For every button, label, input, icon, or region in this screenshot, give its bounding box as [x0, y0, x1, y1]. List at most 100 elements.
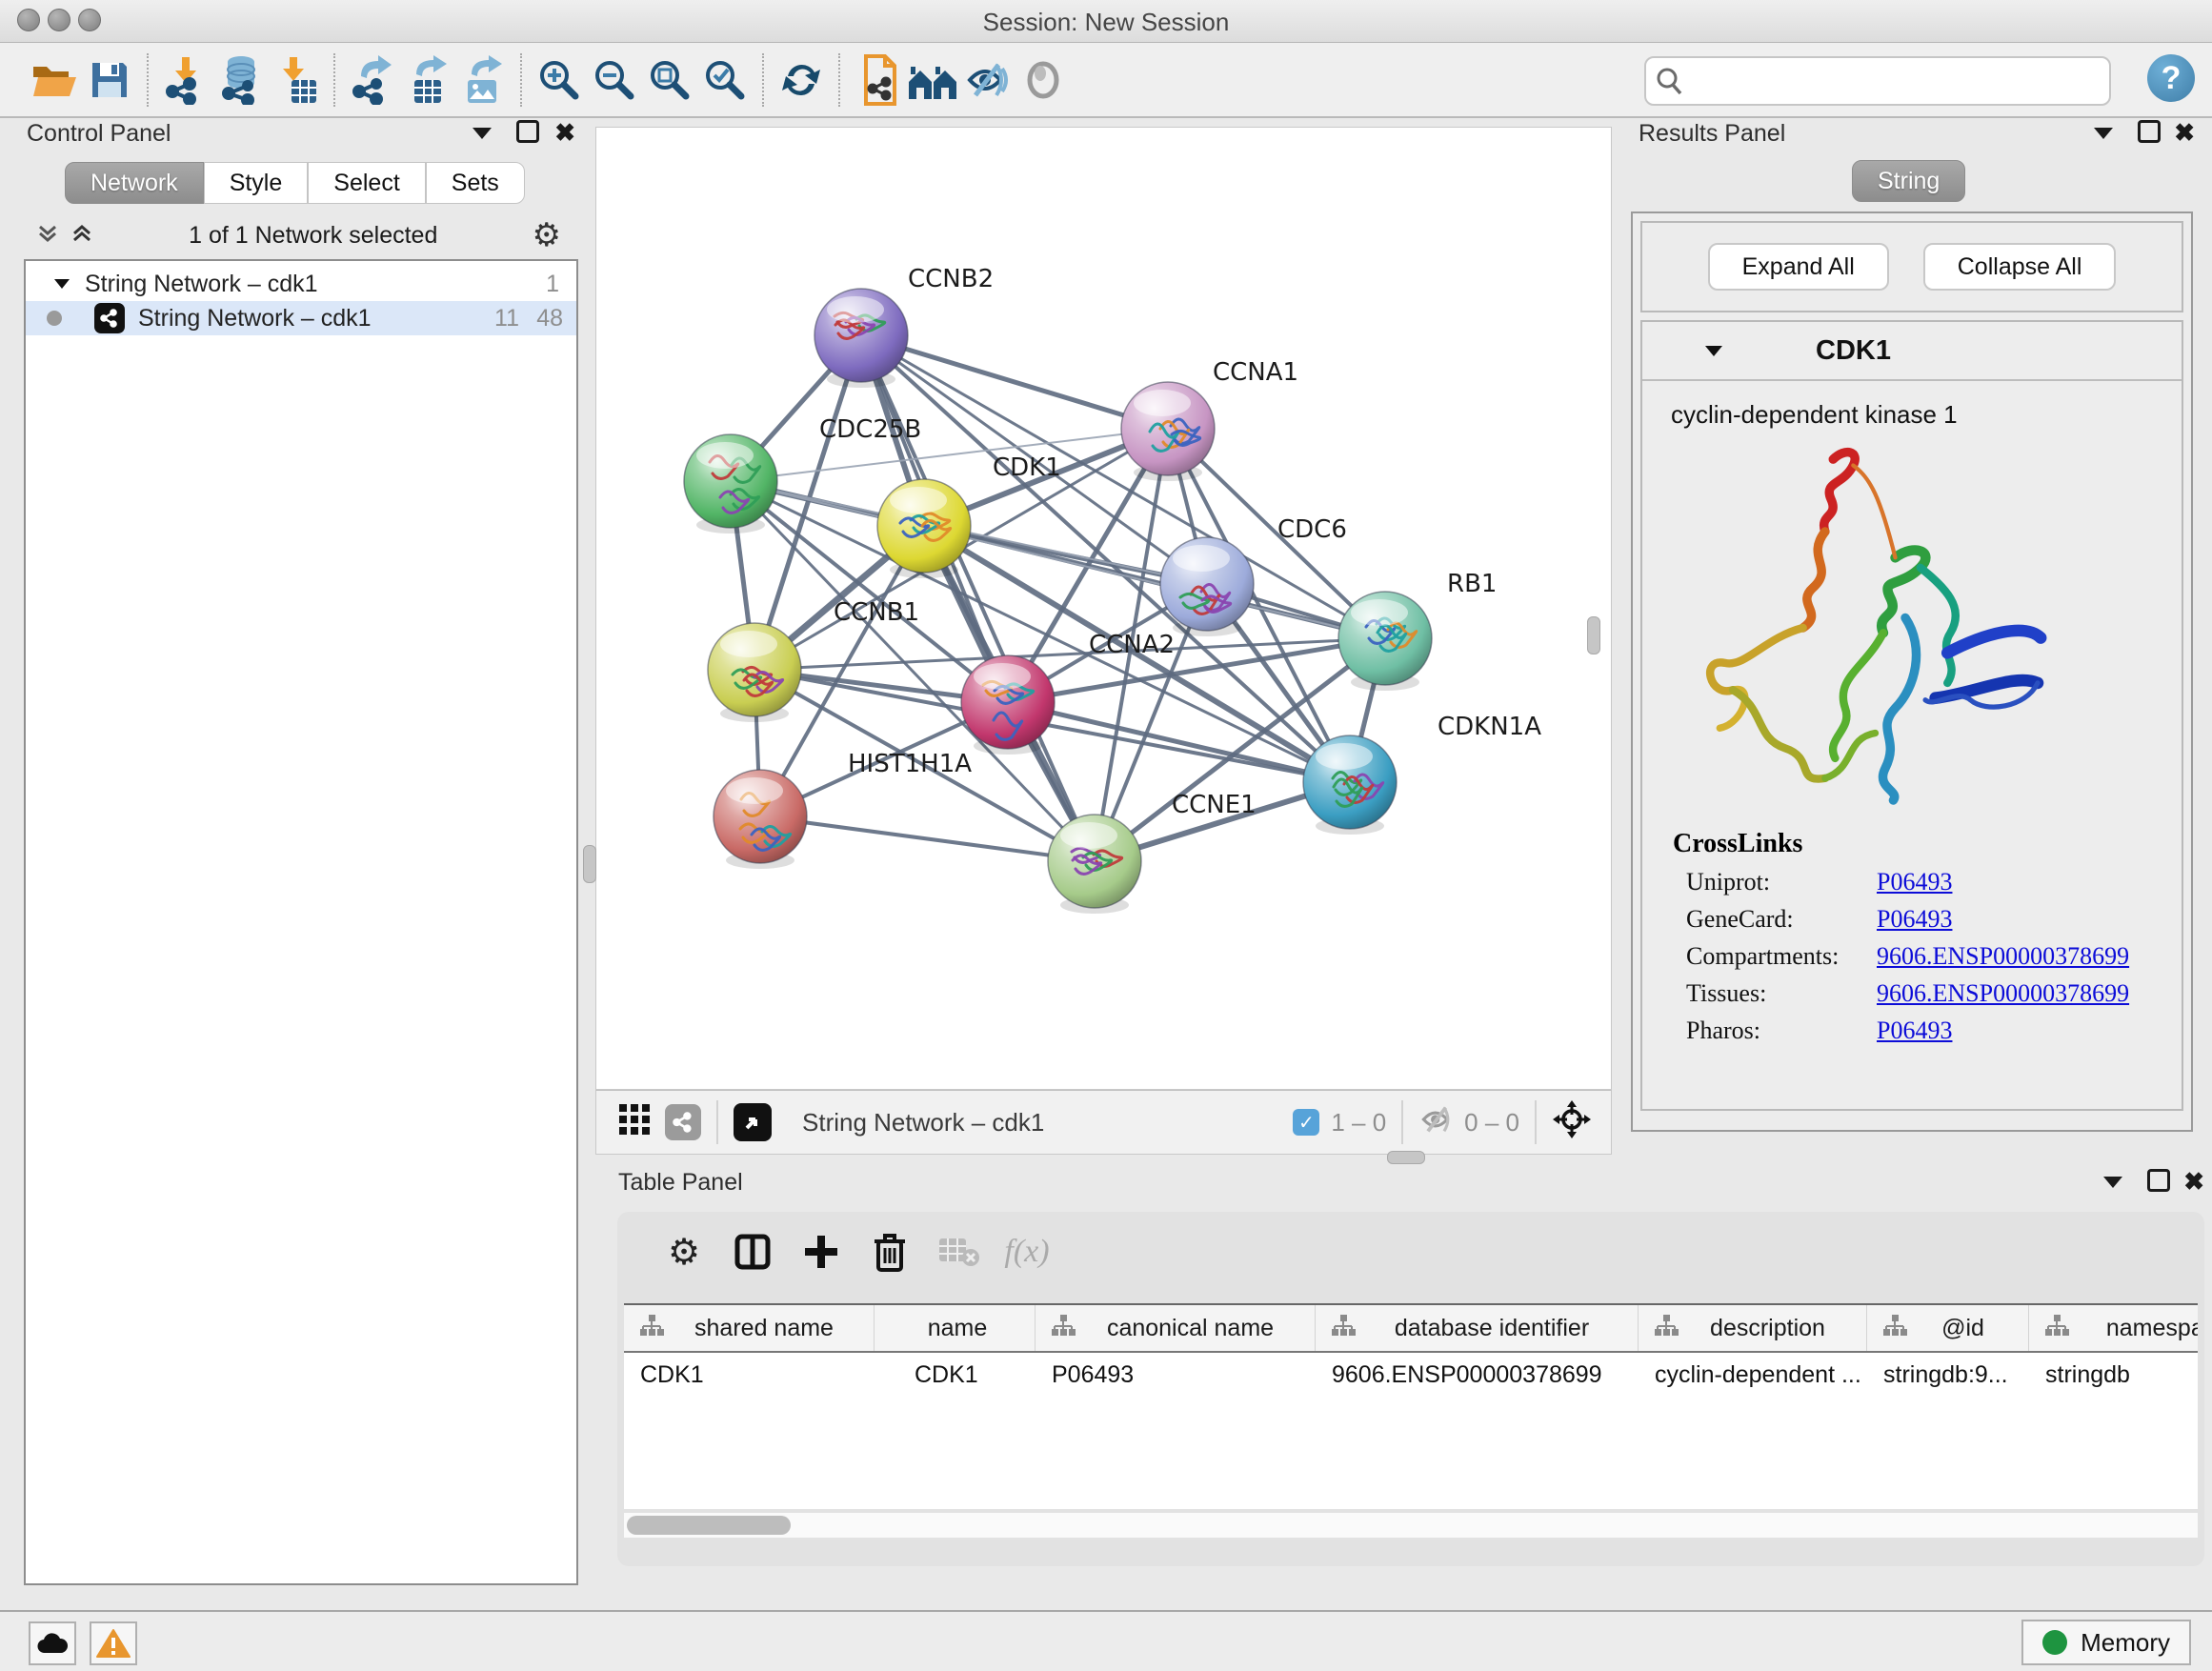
window-title: Session: New Session: [0, 8, 2212, 37]
pan-crosshair-icon[interactable]: [1552, 1099, 1592, 1146]
table-panel-float-icon[interactable]: [2147, 1169, 2170, 1192]
collapse-all-tree-icon[interactable]: [35, 221, 60, 251]
column-header-database-identifier[interactable]: database identifier: [1316, 1305, 1639, 1351]
table-panel-close-icon[interactable]: ✖: [2183, 1169, 2204, 1194]
save-session-icon[interactable]: [82, 52, 137, 108]
search-input[interactable]: [1690, 61, 2109, 101]
left-splitter-handle[interactable]: [583, 845, 596, 883]
tab-string[interactable]: String: [1852, 160, 1965, 202]
table-cell[interactable]: P06493: [1036, 1361, 1316, 1389]
gene-header-row[interactable]: CDK1: [1642, 322, 2182, 381]
results-panel-close-icon[interactable]: ✖: [2174, 120, 2195, 145]
network-row[interactable]: String Network – cdk1 11 48: [26, 301, 576, 335]
network-edge-CCNE1-HIST1H1A[interactable]: [760, 816, 1095, 861]
column-header-name[interactable]: name: [875, 1305, 1036, 1351]
table-panel-title: Table Panel: [618, 1169, 743, 1197]
export-network-icon[interactable]: [345, 52, 400, 108]
table-panel: Table Panel ✖ ⚙ f(x) shared namenamecano…: [595, 1158, 2212, 1610]
refresh-layout-icon[interactable]: [774, 52, 829, 108]
tab-network[interactable]: Network: [65, 162, 204, 204]
add-column-icon[interactable]: [787, 1224, 855, 1279]
right-splitter-handle[interactable]: [1587, 616, 1600, 654]
table-cell[interactable]: 9606.ENSP00000378699: [1316, 1361, 1639, 1389]
crosslink-row: GeneCard:P06493: [1686, 905, 2182, 934]
tab-style[interactable]: Style: [204, 162, 309, 204]
crosslinks-list: Uniprot:P06493GeneCard:P06493Compartment…: [1673, 868, 2182, 1045]
show-all-icon[interactable]: [1016, 52, 1071, 108]
crosslink-link[interactable]: P06493: [1877, 1017, 1952, 1045]
network-node-label: CDC6: [1277, 515, 1347, 544]
results-panel-menu-icon[interactable]: [2092, 126, 2115, 146]
delete-table-icon[interactable]: [924, 1224, 993, 1279]
gene-expander-icon[interactable]: [1703, 344, 1724, 358]
table-cell[interactable]: cyclin-dependent ...: [1639, 1361, 1867, 1389]
column-header-description[interactable]: description: [1639, 1305, 1867, 1351]
tab-sets[interactable]: Sets: [426, 162, 525, 204]
table-panel-menu-icon[interactable]: [2101, 1175, 2124, 1195]
zoom-selected-icon[interactable]: [697, 52, 753, 108]
crosslink-link[interactable]: P06493: [1877, 868, 1952, 896]
column-header-@id[interactable]: @id: [1867, 1305, 2029, 1351]
network-canvas[interactable]: CCNB2CCNA1CDC25BCDK1CDC6RB1CCNB1CCNA2CDK…: [595, 127, 1612, 1090]
export-table-icon[interactable]: [400, 52, 455, 108]
function-builder-icon[interactable]: f(x): [993, 1224, 1061, 1279]
network-share-icon[interactable]: [665, 1104, 701, 1140]
share-document-icon[interactable]: [850, 52, 905, 108]
show-columns-icon[interactable]: [718, 1224, 787, 1279]
table-cell[interactable]: CDK1: [624, 1361, 875, 1389]
table-cell[interactable]: stringdb:9...: [1867, 1361, 2029, 1389]
warnings-button[interactable]: [90, 1621, 137, 1665]
import-network-database-icon[interactable]: [213, 52, 269, 108]
network-node-CDKN1A[interactable]: CDKN1A: [1303, 713, 1541, 835]
control-panel-close-icon[interactable]: ✖: [554, 120, 575, 145]
control-panel-float-icon[interactable]: [516, 120, 539, 143]
open-session-icon[interactable]: [27, 52, 82, 108]
network-options-gear-icon[interactable]: ⚙: [533, 216, 561, 254]
tab-select[interactable]: Select: [308, 162, 425, 204]
export-image-icon[interactable]: [455, 52, 511, 108]
help-icon[interactable]: ?: [2147, 54, 2195, 102]
network-node-HIST1H1A[interactable]: HIST1H1A: [714, 750, 972, 869]
tree-expander-icon[interactable]: [52, 277, 71, 291]
delete-column-icon[interactable]: [855, 1224, 924, 1279]
network-node-RB1[interactable]: RB1: [1338, 570, 1497, 691]
import-network-file-icon[interactable]: [158, 52, 213, 108]
import-table-icon[interactable]: [269, 52, 324, 108]
horizontal-splitter-handle[interactable]: [1387, 1151, 1425, 1164]
network-node-label: RB1: [1447, 570, 1497, 598]
crosslink-link[interactable]: P06493: [1877, 905, 1952, 934]
hidden-counter: 0 – 0: [1464, 1108, 1519, 1137]
crosslink-link[interactable]: 9606.ENSP00000378699: [1877, 942, 2129, 971]
control-panel-menu-icon[interactable]: [471, 126, 493, 146]
zoom-out-icon[interactable]: [587, 52, 642, 108]
zoom-fit-icon[interactable]: [642, 52, 697, 108]
cloud-button[interactable]: [29, 1621, 76, 1665]
crosslink-link[interactable]: 9606.ENSP00000378699: [1877, 979, 2129, 1008]
column-header-namespace[interactable]: namespace: [2029, 1305, 2198, 1351]
column-header-canonical-name[interactable]: canonical name: [1036, 1305, 1316, 1351]
expand-all-button[interactable]: Expand All: [1708, 243, 1889, 291]
table-settings-gear-icon[interactable]: ⚙: [650, 1224, 718, 1279]
search-icon: [1646, 64, 1690, 98]
table-cell[interactable]: stringdb: [2029, 1361, 2198, 1389]
control-panel-title: Control Panel: [27, 120, 171, 148]
network-node-label: CDKN1A: [1438, 713, 1541, 741]
hide-selected-icon[interactable]: [960, 52, 1016, 108]
network-collection-row[interactable]: String Network – cdk1 1: [26, 267, 576, 301]
table-cell[interactable]: CDK1: [875, 1361, 1036, 1389]
scrollbar-thumb[interactable]: [627, 1516, 791, 1535]
grid-view-icon[interactable]: [617, 1102, 652, 1143]
selected-checkbox-icon[interactable]: ✓: [1293, 1109, 1319, 1136]
collapse-all-button[interactable]: Collapse All: [1923, 243, 2117, 291]
results-panel-float-icon[interactable]: [2138, 120, 2161, 143]
column-header-shared-name[interactable]: shared name: [624, 1305, 875, 1351]
memory-button[interactable]: Memory: [2021, 1620, 2191, 1665]
birds-eye-view-icon[interactable]: [734, 1103, 772, 1141]
network-node-CCNA1[interactable]: CCNA1: [1121, 358, 1298, 481]
houses-icon[interactable]: [905, 52, 960, 108]
network-node-CCNE1[interactable]: CCNE1: [1048, 791, 1257, 914]
status-bar: Memory: [0, 1610, 2212, 1671]
table-horizontal-scrollbar[interactable]: [624, 1513, 2198, 1538]
zoom-in-icon[interactable]: [532, 52, 587, 108]
expand-all-tree-icon[interactable]: [70, 221, 94, 251]
